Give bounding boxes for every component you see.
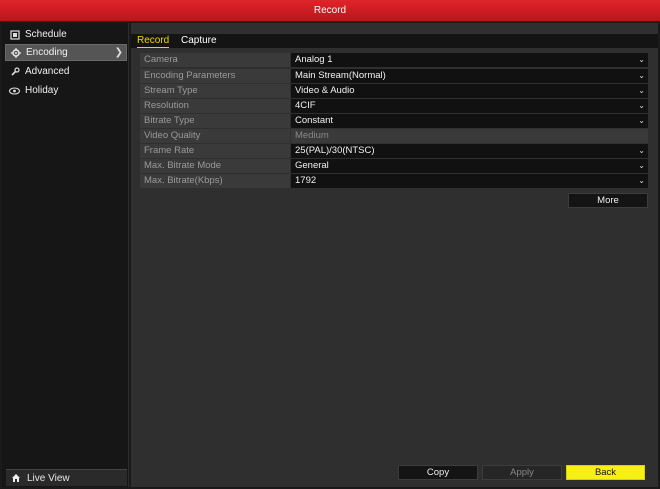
field-label: Bitrate Type: [140, 114, 290, 128]
max-bitrate-mode-select[interactable]: General ⌄: [291, 159, 648, 173]
main-panel: Record Capture Camera Analog 1 ⌄ Encoding…: [131, 23, 658, 487]
sidebar-item-label: Schedule: [25, 29, 67, 40]
bitrate-type-select[interactable]: Constant ⌄: [291, 114, 648, 128]
video-quality-select: Medium: [291, 129, 648, 143]
field-label: Stream Type: [140, 84, 290, 98]
tab-bar: Record Capture: [131, 34, 658, 48]
sidebar-item-schedule[interactable]: Schedule: [5, 26, 127, 43]
chevron-down-icon: ⌄: [638, 71, 645, 80]
field-label: Camera: [140, 53, 290, 67]
sidebar: Schedule Encoding ❯ Advanced Holiday Liv…: [2, 23, 129, 487]
chevron-down-icon: ⌄: [638, 116, 645, 125]
field-label: Encoding Parameters: [140, 69, 290, 83]
sidebar-item-encoding[interactable]: Encoding ❯: [5, 44, 127, 61]
more-button[interactable]: More: [568, 193, 648, 208]
gear-icon: [10, 47, 21, 58]
encoding-parameters-select[interactable]: Main Stream(Normal) ⌄: [291, 69, 648, 83]
max-bitrate-select[interactable]: 1792 ⌄: [291, 174, 648, 188]
chevron-down-icon: ⌄: [638, 146, 645, 155]
form-row-encoding-parameters: Encoding Parameters Main Stream(Normal) ⌄: [139, 69, 649, 83]
field-label: Video Quality: [140, 129, 290, 143]
field-label: Frame Rate: [140, 144, 290, 158]
chevron-down-icon: ⌄: [638, 101, 645, 110]
form-row-bitrate-type: Bitrate Type Constant ⌄: [139, 114, 649, 128]
stream-type-select[interactable]: Video & Audio ⌄: [291, 84, 648, 98]
form-row-video-quality: Video Quality Medium: [139, 129, 649, 143]
chevron-down-icon: ⌄: [638, 161, 645, 170]
form-row-max-bitrate-mode: Max. Bitrate Mode General ⌄: [139, 159, 649, 173]
copy-button[interactable]: Copy: [398, 465, 478, 480]
tab-capture[interactable]: Capture: [181, 34, 217, 48]
field-label: Max. Bitrate Mode: [140, 159, 290, 173]
live-view-label: Live View: [27, 472, 70, 484]
wrench-icon: [9, 66, 20, 77]
window-title: Record: [313, 5, 347, 16]
sidebar-item-advanced[interactable]: Advanced: [5, 63, 127, 80]
form-row-camera: Camera Analog 1 ⌄: [139, 53, 649, 67]
resolution-select[interactable]: 4CIF ⌄: [291, 99, 648, 113]
apply-button[interactable]: Apply: [482, 465, 562, 480]
title-bar: Record: [0, 0, 660, 22]
form-row-resolution: Resolution 4CIF ⌄: [139, 99, 649, 113]
chevron-down-icon: ⌄: [638, 176, 645, 185]
form-row-max-bitrate: Max. Bitrate(Kbps) 1792 ⌄: [139, 174, 649, 188]
form-row-stream-type: Stream Type Video & Audio ⌄: [139, 84, 649, 98]
live-view-button[interactable]: Live View: [6, 469, 127, 486]
camera-select[interactable]: Analog 1 ⌄: [291, 53, 648, 67]
home-icon: [11, 473, 21, 483]
sidebar-item-label: Encoding: [26, 47, 68, 58]
back-button[interactable]: Back: [566, 465, 645, 480]
field-label: Resolution: [140, 99, 290, 113]
frame-rate-select[interactable]: 25(PAL)/30(NTSC) ⌄: [291, 144, 648, 158]
eye-icon: [9, 85, 20, 96]
sidebar-item-holiday[interactable]: Holiday: [5, 82, 127, 99]
calendar-icon: [9, 29, 20, 40]
tab-record[interactable]: Record: [137, 34, 170, 48]
sidebar-item-label: Holiday: [25, 85, 59, 96]
chevron-down-icon: ⌄: [638, 86, 645, 95]
chevron-right-icon: ❯: [114, 47, 123, 58]
chevron-down-icon: ⌄: [638, 55, 645, 64]
form-row-frame-rate: Frame Rate 25(PAL)/30(NTSC) ⌄: [139, 144, 649, 158]
field-label: Max. Bitrate(Kbps): [140, 174, 290, 188]
sidebar-item-label: Advanced: [25, 66, 70, 77]
